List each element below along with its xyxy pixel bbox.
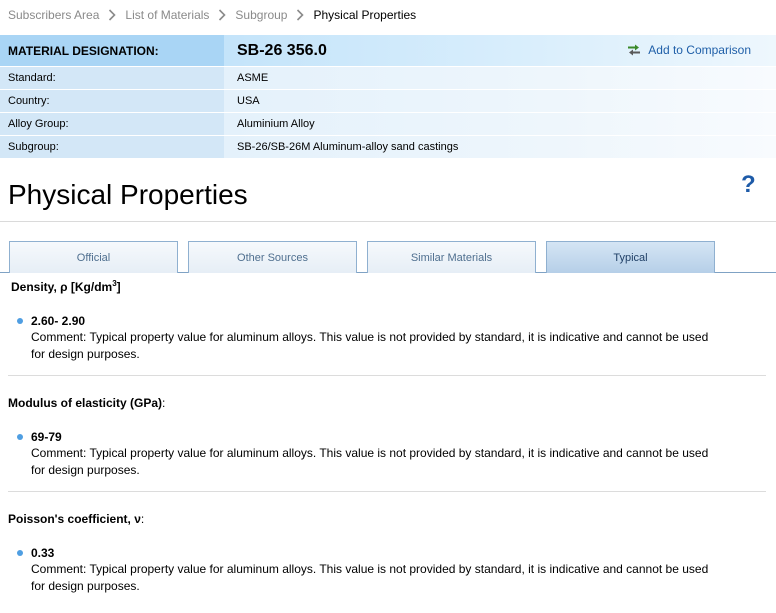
designation-row-subgroup: Subgroup: SB-26/SB-26M Aluminum-alloy sa… — [0, 136, 776, 159]
material-designation-table: MATERIAL DESIGNATION: SB-26 356.0 Add to… — [0, 35, 776, 159]
property-title-text: Density, ρ [Kg/dm — [11, 280, 113, 294]
comment-line: Comment: Typical property value for alum… — [31, 330, 709, 344]
add-to-comparison-button[interactable]: Add to Comparison — [627, 43, 751, 57]
property-source-tabs: Official Other Sources Similar Materials… — [0, 241, 776, 273]
row-value: USA — [224, 90, 776, 112]
designation-header-row: MATERIAL DESIGNATION: SB-26 356.0 Add to… — [0, 35, 776, 67]
chevron-right-icon — [296, 9, 305, 21]
designation-label: MATERIAL DESIGNATION: — [0, 35, 224, 66]
chevron-right-icon — [108, 9, 117, 21]
breadcrumb: Subscribers Area List of Materials Subgr… — [8, 7, 416, 23]
property-title-poisson: Poisson's coefficient, ν: — [8, 512, 144, 526]
breadcrumb-subscribers-area[interactable]: Subscribers Area — [8, 8, 99, 22]
comment-line: Comment: Typical property value for alum… — [31, 562, 709, 576]
breadcrumb-current: Physical Properties — [313, 8, 417, 22]
property-comment-density: Comment: Typical property value for alum… — [31, 329, 771, 363]
help-icon[interactable]: ? — [741, 171, 756, 199]
comment-line: for design purposes. — [31, 463, 140, 477]
add-to-comparison-label: Add to Comparison — [648, 43, 751, 57]
tab-official[interactable]: Official — [9, 241, 178, 273]
property-title-text: Modulus of elasticity (GPa) — [8, 396, 163, 410]
designation-row-standard: Standard: ASME — [0, 67, 776, 90]
property-value-modulus: 69-79 — [31, 430, 62, 444]
page-title: Physical Properties — [8, 179, 248, 210]
property-title-colon: : — [140, 512, 145, 526]
property-title-modulus: Modulus of elasticity (GPa): — [8, 396, 165, 410]
bullet-icon — [17, 318, 23, 324]
title-divider — [0, 221, 776, 222]
row-label: Standard: — [0, 67, 224, 89]
bullet-icon — [17, 550, 23, 556]
property-divider — [8, 491, 766, 492]
designation-row-country: Country: USA — [0, 90, 776, 113]
row-value: ASME — [224, 67, 776, 89]
property-title-colon: : — [162, 396, 166, 410]
designation-row-alloy-group: Alloy Group: Aluminium Alloy — [0, 113, 776, 136]
tab-other-sources[interactable]: Other Sources — [188, 241, 357, 273]
designation-value-cell: SB-26 356.0 Add to Comparison — [224, 35, 776, 66]
property-title-suffix: ] — [116, 280, 121, 294]
row-label: Alloy Group: — [0, 113, 224, 135]
property-title-density: Density, ρ [Kg/dm3] — [11, 279, 121, 294]
swap-arrows-icon — [628, 44, 641, 56]
breadcrumb-list-of-materials[interactable]: List of Materials — [125, 8, 209, 22]
row-value: SB-26/SB-26M Aluminum-alloy sand casting… — [224, 136, 776, 158]
comment-line: for design purposes. — [31, 347, 140, 361]
tab-typical[interactable]: Typical — [546, 241, 715, 273]
property-divider — [8, 375, 766, 376]
property-comment-modulus: Comment: Typical property value for alum… — [31, 445, 771, 479]
comment-line: for design purposes. — [31, 579, 140, 593]
row-value: Aluminium Alloy — [224, 113, 776, 135]
property-title-text: Poisson's coefficient, ν — [8, 512, 141, 526]
property-comment-poisson: Comment: Typical property value for alum… — [31, 561, 771, 595]
row-label: Country: — [0, 90, 224, 112]
tab-similar-materials[interactable]: Similar Materials — [367, 241, 536, 273]
breadcrumb-subgroup[interactable]: Subgroup — [235, 8, 287, 22]
bullet-icon — [17, 434, 23, 440]
row-label: Subgroup: — [0, 136, 224, 158]
chevron-right-icon — [218, 9, 227, 21]
property-value-density: 2.60- 2.90 — [31, 314, 86, 328]
comment-line: Comment: Typical property value for alum… — [31, 446, 709, 460]
property-value-poisson: 0.33 — [31, 546, 55, 560]
designation-value: SB-26 356.0 — [237, 41, 327, 59]
